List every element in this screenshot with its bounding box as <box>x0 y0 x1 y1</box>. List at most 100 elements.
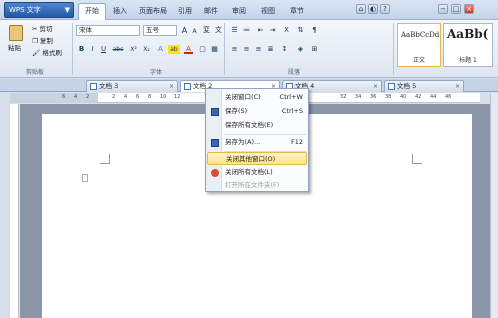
ruler-number: 6 <box>136 94 140 100</box>
ruler-number: 34 <box>355 94 362 100</box>
menu-item-shortcut: F12 <box>290 138 303 146</box>
align-center-icon[interactable]: ≡ <box>242 45 251 54</box>
ruler-number: 4 <box>124 94 128 100</box>
home-icon[interactable]: ⌂ <box>356 4 366 14</box>
borders-icon[interactable]: ⊞ <box>310 45 319 54</box>
ruler-number: 10 <box>160 94 167 100</box>
skin-icon[interactable]: ◐ <box>368 4 378 14</box>
menu-item-label: 保存所有文档(E) <box>225 121 274 129</box>
ribbon-separator <box>72 23 73 75</box>
paste-icon <box>9 25 23 41</box>
copy-label: 复制 <box>39 37 53 45</box>
close-icon[interactable]: × <box>169 81 174 92</box>
paragraph-shading-icon[interactable]: ◈ <box>296 45 305 54</box>
menu-item-close-all[interactable]: 关闭所有文档(L) <box>207 166 307 179</box>
strikethrough-button[interactable]: abc <box>111 45 125 54</box>
vertical-ruler[interactable] <box>10 104 19 318</box>
pinyin-button[interactable]: 文 <box>214 26 223 35</box>
menu-item-save-all[interactable]: 保存所有文档(E) <box>207 119 307 132</box>
subscript-button[interactable]: X₂ <box>141 45 152 54</box>
margin-corner-mark <box>100 154 110 164</box>
menu-item-open-folder: 打开所在文件夹(F) <box>207 179 307 192</box>
line-spacing-icon[interactable]: ↕ <box>280 45 289 54</box>
style-heading-1[interactable]: AaBb( 标题 1 <box>443 23 493 67</box>
tab-context-menu: 关闭窗口(C) Ctrl+W 保存(S) Ctrl+S 保存所有文档(E) 另存… <box>205 88 309 192</box>
cut-label: 剪切 <box>39 25 53 33</box>
bullets-icon[interactable]: ☰ <box>230 26 239 35</box>
menu-item-save[interactable]: 保存(S) Ctrl+S <box>207 105 307 118</box>
style-heading-1-name: 标题 1 <box>459 57 477 64</box>
tab-doc-3[interactable]: 文档 3 × <box>86 80 178 92</box>
menu-view[interactable]: 视图 <box>255 4 281 18</box>
menu-references[interactable]: 引用 <box>172 4 198 18</box>
format-painter-button[interactable]: 🖌 格式刷 <box>32 48 62 58</box>
menu-item-label: 打开所在文件夹(F) <box>225 181 280 189</box>
chinese-layout-icon[interactable]: X <box>282 26 291 35</box>
app-button-label: WPS 文字 <box>9 6 41 14</box>
clear-format-button[interactable]: 変 <box>202 26 211 35</box>
align-right-icon[interactable]: ≡ <box>254 45 263 54</box>
style-normal-sample: AaBbCcDd <box>401 31 440 39</box>
style-normal[interactable]: AaBbCcDd 正文 <box>397 23 441 67</box>
save-icon <box>211 108 219 116</box>
menu-item-save-as[interactable]: 另存为(A)... F12 <box>207 136 307 149</box>
cut-button[interactable]: ✂ 剪切 <box>32 24 53 34</box>
char-border-icon[interactable]: ▢ <box>198 45 207 54</box>
show-marks-icon[interactable]: ¶ <box>310 26 319 35</box>
tab-label: 文档 5 <box>397 82 417 90</box>
help-icon[interactable]: ? <box>380 4 390 14</box>
close-icon[interactable]: × <box>373 81 378 92</box>
menu-page-layout[interactable]: 页面布局 <box>133 4 173 18</box>
ribbon: 粘贴 ✂ 剪切 ❐ 复制 🖌 格式刷 剪贴板 宋体 五号 A A 変 文 B I… <box>0 20 498 78</box>
menu-item-label: 保存(S) <box>225 107 248 115</box>
minimize-icon[interactable]: − <box>438 4 448 14</box>
menu-review[interactable]: 审阅 <box>226 4 252 18</box>
numbering-icon[interactable]: ≔ <box>242 26 251 35</box>
ruler-number: 32 <box>340 94 347 100</box>
menu-item-close-window[interactable]: 关闭窗口(C) Ctrl+W <box>207 91 307 104</box>
clipboard-group-label: 剪贴板 <box>26 69 45 76</box>
underline-button[interactable]: U <box>99 45 108 54</box>
align-left-icon[interactable]: ≡ <box>230 45 239 54</box>
italic-button[interactable]: I <box>88 45 97 54</box>
copy-button[interactable]: ❐ 复制 <box>32 36 53 46</box>
highlight-button[interactable]: ab <box>168 45 180 54</box>
paste-label: 粘贴 <box>8 44 21 52</box>
menu-item-label: 关闭所有文档(L) <box>225 168 273 176</box>
ruler-number: 2 <box>86 94 90 100</box>
tab-doc-5[interactable]: 文档 5 × <box>384 80 464 92</box>
maximize-icon[interactable]: □ <box>451 4 461 14</box>
ruler-number: 2 <box>112 94 116 100</box>
text-effect-button[interactable]: A <box>156 45 165 54</box>
menu-item-close-others[interactable]: 关闭其他窗口(O) <box>207 152 307 165</box>
wps-app-button[interactable]: WPS 文字 ▼ <box>4 2 74 18</box>
menu-chapter[interactable]: 章节 <box>284 4 310 18</box>
ruler-number: 4 <box>74 94 78 100</box>
paste-button[interactable]: 粘贴 <box>6 24 26 58</box>
document-icon <box>184 83 191 90</box>
menu-item-label: 关闭其他窗口(O) <box>226 155 276 163</box>
menu-mailings[interactable]: 邮件 <box>198 4 224 18</box>
ruler-number: 46 <box>445 94 452 100</box>
char-shading-icon[interactable]: ▦ <box>210 45 219 54</box>
decrease-indent-icon[interactable]: ⇤ <box>256 26 265 35</box>
superscript-button[interactable]: X² <box>128 45 139 54</box>
grow-font-button[interactable]: A <box>180 26 189 35</box>
menu-item-label: 关闭窗口(C) <box>225 93 261 101</box>
bold-button[interactable]: B <box>77 45 86 54</box>
vertical-scrollbar[interactable] <box>490 93 498 318</box>
menu-insert[interactable]: 插入 <box>107 4 133 18</box>
justify-icon[interactable]: ≣ <box>266 45 275 54</box>
shrink-font-button[interactable]: A <box>190 27 199 36</box>
ruler-number: 8 <box>148 94 152 100</box>
ruler-number: 12 <box>174 94 181 100</box>
font-color-button[interactable]: A <box>184 45 193 54</box>
font-family-select[interactable]: 宋体 <box>76 25 140 36</box>
close-icon[interactable]: × <box>455 81 460 92</box>
menu-item-label: 另存为(A)... <box>225 138 261 146</box>
increase-indent-icon[interactable]: ⇥ <box>268 26 277 35</box>
close-icon[interactable]: × <box>464 4 474 14</box>
sort-icon[interactable]: ⇅ <box>296 26 305 35</box>
menu-home[interactable]: 开始 <box>78 3 106 20</box>
font-size-select[interactable]: 五号 <box>143 25 177 36</box>
